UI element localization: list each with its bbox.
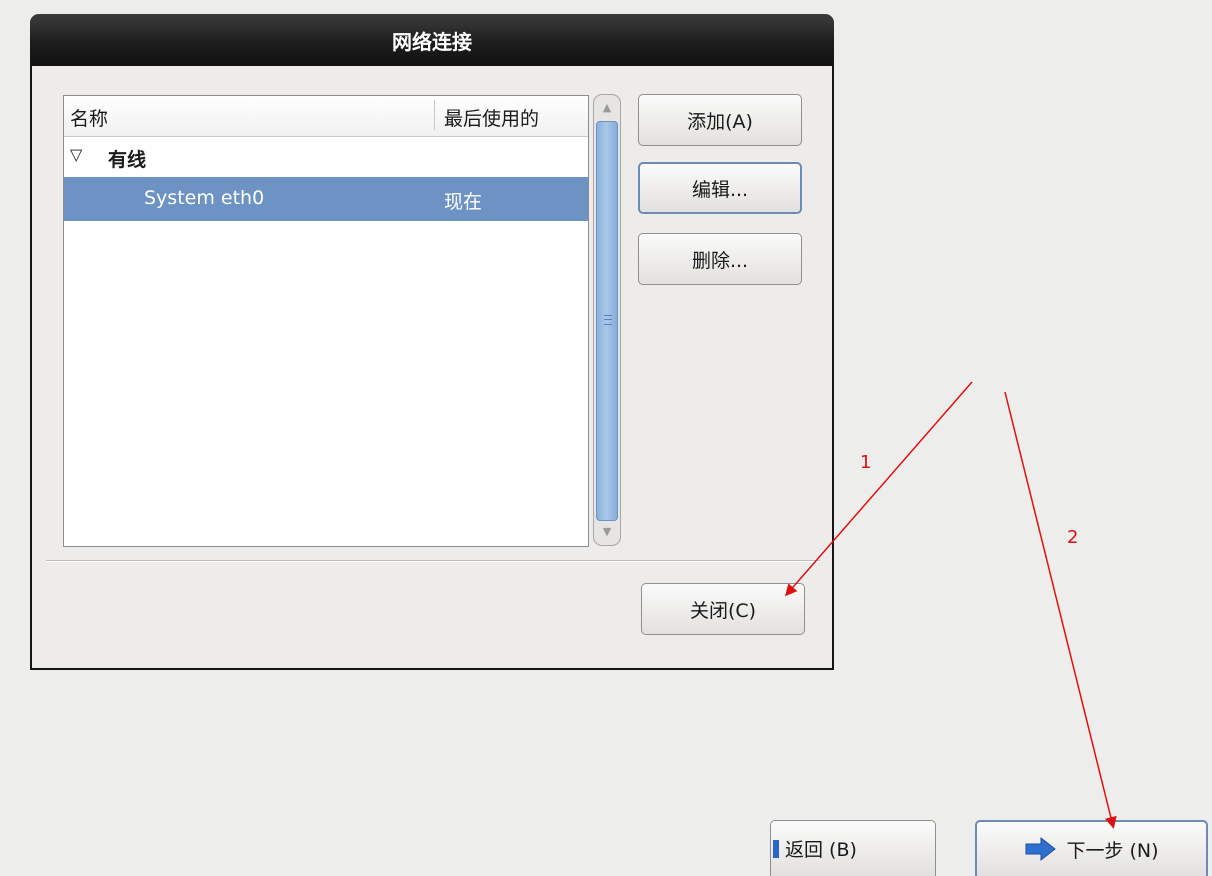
list-scrollbar[interactable]: ▲ ▼ <box>593 94 621 546</box>
next-button-label: 下一步 (N) <box>1066 839 1159 862</box>
connection-name: System eth0 <box>144 187 265 209</box>
close-button[interactable]: 关闭(C) <box>641 583 805 635</box>
group-row-wired[interactable]: ▽ 有线 <box>64 137 588 177</box>
grip-icon <box>604 315 612 325</box>
connections-list[interactable]: 名称 最后使用的 ▽ 有线 System eth0 现在 <box>63 95 589 547</box>
network-connections-dialog: 网络连接 名称 最后使用的 ▽ 有线 System eth0 现在 ▲ ▼ 添加… <box>30 14 834 670</box>
next-button[interactable]: 下一步 (N) <box>975 820 1208 876</box>
delete-button[interactable]: 删除... <box>638 233 802 285</box>
annotation-label-1: 1 <box>860 452 872 473</box>
annotation-arrow-2 <box>1004 391 1117 829</box>
back-arrow-icon <box>773 839 779 858</box>
group-label: 有线 <box>108 149 147 171</box>
connection-row-system-eth0[interactable]: System eth0 现在 <box>64 177 588 221</box>
list-header: 名称 最后使用的 <box>64 96 588 137</box>
scroll-down-arrow-icon[interactable]: ▼ <box>596 521 618 543</box>
column-header-name[interactable]: 名称 <box>70 104 108 131</box>
edit-button[interactable]: 编辑... <box>638 162 802 214</box>
annotation-label-2: 2 <box>1067 527 1079 548</box>
add-button[interactable]: 添加(A) <box>638 94 802 146</box>
dialog-title: 网络连接 <box>30 14 834 66</box>
column-separator <box>434 100 435 130</box>
scroll-up-arrow-icon[interactable]: ▲ <box>596 97 618 119</box>
next-arrow-icon <box>1025 836 1057 862</box>
dialog-divider <box>46 560 820 562</box>
back-button-label: 返回 (B) <box>785 839 857 861</box>
connection-last-used: 现在 <box>444 191 483 213</box>
scrollbar-thumb[interactable] <box>596 121 618 521</box>
expander-triangle-icon[interactable]: ▽ <box>70 145 82 164</box>
back-button[interactable]: 返回 (B) <box>770 820 936 876</box>
column-header-last-used[interactable]: 最后使用的 <box>444 104 539 131</box>
